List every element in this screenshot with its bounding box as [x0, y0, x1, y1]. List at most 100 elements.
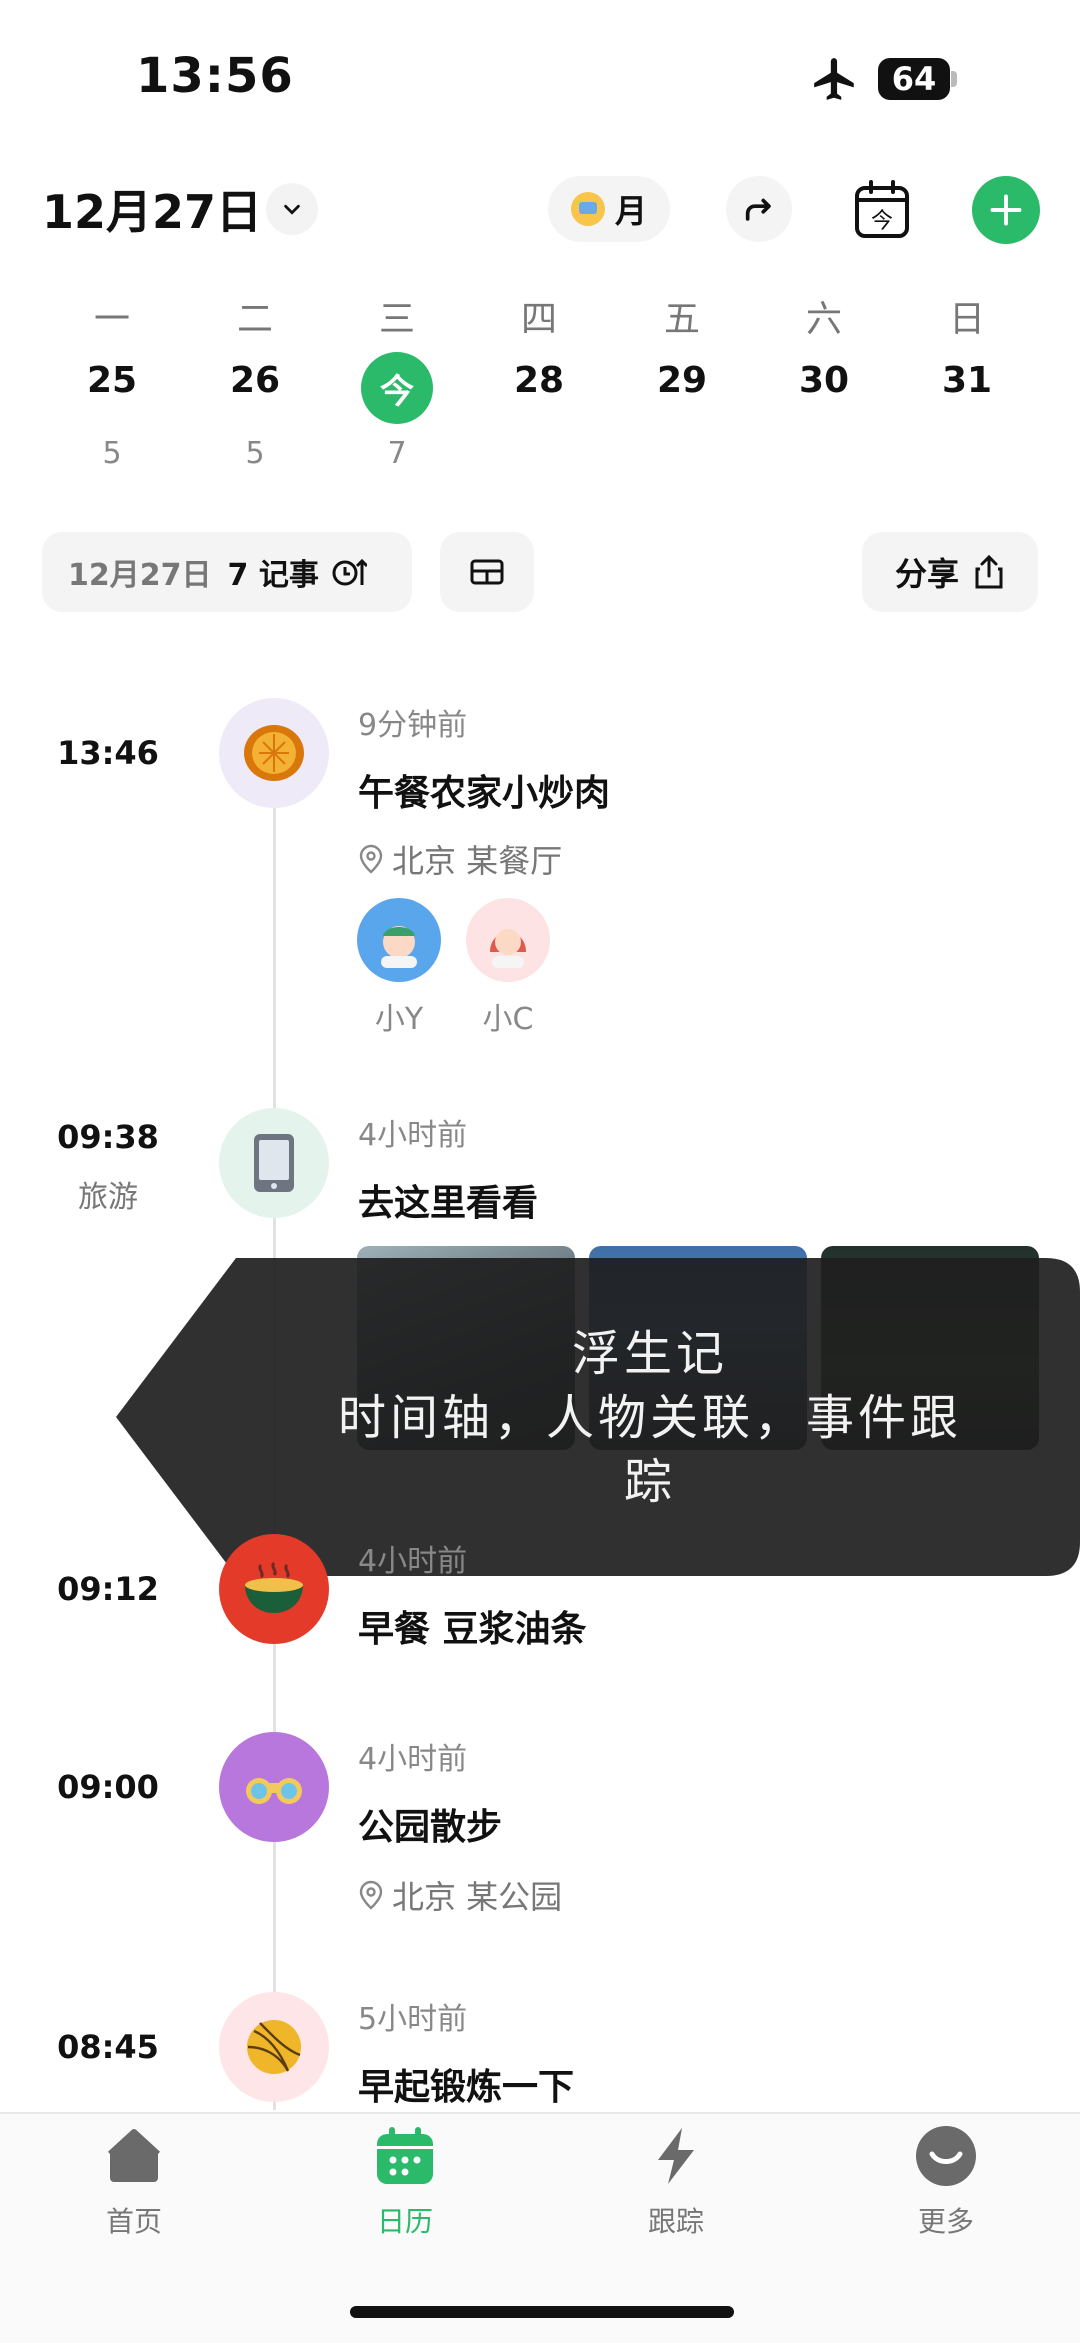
date-cell[interactable]: 26 — [205, 360, 305, 401]
promo-line-1: 浮生记 — [571, 1326, 728, 1382]
view-mode-label: 月 — [614, 192, 647, 230]
share-icon — [975, 554, 1003, 589]
more-icon — [916, 2126, 976, 2186]
nav-calendar[interactable]: 日历 — [325, 2124, 485, 2240]
plus-icon — [990, 194, 1022, 226]
calendar-today-text: 今 — [871, 209, 893, 234]
nav-more[interactable]: 更多 — [866, 2124, 1026, 2240]
event-title: 去这里看看 — [358, 1183, 539, 1224]
event-icon-circle — [219, 1732, 329, 1842]
date-cell[interactable]: 28 — [489, 360, 589, 401]
event-title: 早起锻炼一下 — [358, 2067, 575, 2108]
jump-to-today-button[interactable]: 今 — [852, 176, 912, 242]
event-ago: 4小时前 — [358, 1118, 468, 1153]
event-icon-circle — [219, 1992, 329, 2102]
tablet-icon — [254, 1134, 294, 1192]
avatar — [466, 898, 550, 982]
weekday-label: 三 — [378, 299, 415, 340]
nav-tracking[interactable]: 跟踪 — [596, 2124, 756, 2240]
event-time: 09:12 — [57, 1570, 159, 1608]
location-pin-icon — [359, 1880, 383, 1910]
person-chip[interactable]: 小Y — [357, 898, 441, 1038]
share-label: 分享 — [894, 555, 959, 593]
event-ago: 5小时前 — [358, 2002, 468, 2037]
layout-icon — [470, 559, 504, 585]
event-title: 早餐 豆浆油条 — [358, 1609, 587, 1650]
nav-label: 首页 — [105, 2205, 162, 2238]
summary-date: 12月27日 — [68, 558, 212, 593]
avatar — [357, 898, 441, 982]
sort-time-icon — [332, 558, 367, 586]
event-ago: 4小时前 — [358, 1544, 468, 1579]
airplane-mode-icon — [814, 58, 854, 100]
chevron-down-icon — [284, 204, 300, 215]
calendar-icon — [377, 2127, 433, 2184]
person-name: 小C — [482, 1002, 534, 1037]
summary-count: 7 记事 — [227, 558, 319, 593]
weekday-label: 日 — [948, 299, 985, 340]
noodle-bowl-icon — [245, 1561, 303, 1613]
girl-avatar-icon — [490, 929, 526, 968]
share-button[interactable]: 分享 — [862, 532, 1038, 612]
promo-line-3: 踪 — [623, 1454, 676, 1510]
nav-label: 跟踪 — [647, 2205, 704, 2238]
event-icon-circle — [219, 698, 329, 808]
event-location-text: 北京 某公园 — [392, 1878, 563, 1916]
event-title: 午餐农家小炒肉 — [358, 773, 611, 814]
event-icon-circle — [219, 1534, 329, 1644]
event-count: 5 — [102, 436, 122, 471]
forward-button[interactable] — [726, 176, 792, 242]
weekday-label: 一 — [93, 299, 130, 340]
weekday-label: 六 — [805, 299, 842, 340]
event-location[interactable]: 北京 某公园 — [358, 1872, 562, 1918]
date-picker-button[interactable] — [266, 183, 318, 235]
battery-indicator: 64 — [878, 58, 950, 100]
date-cell[interactable]: 31 — [917, 360, 1017, 401]
date-cell[interactable]: 25 — [62, 360, 162, 401]
promo-line-2: 时间轴，人物关联，事件跟 — [337, 1390, 962, 1446]
binoculars-icon — [246, 1778, 302, 1804]
event-title: 公园散步 — [358, 1807, 503, 1848]
date-cell[interactable]: 30 — [774, 360, 874, 401]
event-time: 09:38 — [57, 1118, 159, 1156]
nav-label: 更多 — [917, 2205, 974, 2238]
scenery-icon — [570, 192, 605, 226]
event-location-text: 北京 某餐厅 — [392, 842, 563, 880]
event-time: 13:46 — [57, 734, 159, 772]
person-chip[interactable]: 小C — [466, 898, 550, 1038]
person-name: 小Y — [374, 1002, 424, 1037]
home-icon — [107, 2129, 161, 2182]
event-count: 5 — [245, 436, 265, 471]
event-ago: 9分钟前 — [358, 708, 468, 743]
event-count: 7 — [387, 436, 407, 471]
boy-avatar-icon — [381, 926, 417, 968]
weekday-label: 四 — [520, 299, 557, 340]
event-time: 08:45 — [57, 2028, 159, 2066]
melon-icon — [244, 725, 304, 781]
forward-arrow-icon — [745, 198, 771, 221]
weekday-label: 五 — [663, 299, 700, 340]
nav-label: 日历 — [376, 2205, 433, 2238]
event-ago: 4小时前 — [358, 1742, 468, 1777]
layout-toggle-button[interactable] — [440, 532, 534, 612]
promo-banner-text: 浮生记 时间轴，人物关联，事件跟 踪 — [300, 1322, 1000, 1514]
weekday-label: 二 — [236, 299, 273, 340]
nav-home[interactable]: 首页 — [54, 2124, 214, 2240]
bolt-icon — [658, 2128, 694, 2184]
home-indicator — [350, 2306, 734, 2318]
calendar-today-icon: 今 — [855, 180, 909, 238]
current-date-title[interactable]: 12月27日 — [42, 176, 262, 242]
event-location[interactable]: 北京 某餐厅 — [358, 836, 562, 882]
view-mode-button[interactable]: 月 — [548, 176, 670, 242]
battery-cap — [951, 71, 957, 87]
event-tag: 旅游 — [78, 1180, 138, 1215]
day-summary[interactable]: 12月27日 7 记事 — [42, 532, 412, 612]
add-event-button[interactable] — [972, 176, 1040, 244]
location-pin-icon — [359, 844, 383, 874]
status-time: 13:56 — [136, 48, 294, 104]
date-cell-today[interactable]: 今 — [361, 352, 433, 424]
ball-icon — [247, 2020, 301, 2074]
event-icon-circle — [219, 1108, 329, 1218]
date-cell[interactable]: 29 — [632, 360, 732, 401]
event-time: 09:00 — [57, 1768, 159, 1806]
